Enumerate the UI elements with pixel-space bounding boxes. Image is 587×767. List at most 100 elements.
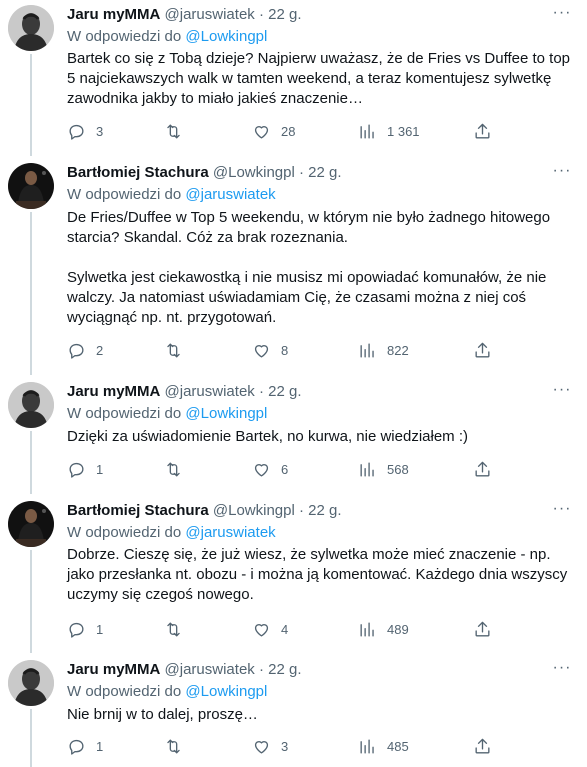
avatar-jaru-image (8, 382, 54, 428)
share-button[interactable] (473, 121, 492, 141)
retweet-icon (167, 342, 180, 358)
author-handle[interactable]: @jaruswiatek (165, 661, 255, 678)
author-name[interactable]: Bartłomiej Stachura (67, 164, 209, 181)
thread-line (30, 644, 32, 653)
views-icon (360, 342, 374, 358)
author-name[interactable]: Bartłomiej Stachura (67, 502, 209, 519)
like-button[interactable]: 3 (252, 736, 288, 756)
tweet[interactable]: Bartłomiej Stachura @Lowkingpl · 22 g. ·… (0, 146, 587, 369)
views-button[interactable]: 822 (358, 340, 409, 360)
author-name[interactable]: Jaru myMMA (67, 661, 160, 678)
timestamp[interactable]: 22 g. (268, 6, 301, 23)
reply-prefix: W odpowiedzi do (67, 405, 182, 422)
share-button[interactable] (473, 459, 492, 479)
conversation-thread: Jaru myMMA @jaruswiatek · 22 g. ··· W od… (0, 0, 587, 767)
views-button[interactable]: 489 (358, 619, 409, 639)
tweet[interactable]: Jaru myMMA @jaruswiatek · 22 g. ··· W od… (0, 0, 587, 146)
views-icon (360, 461, 374, 477)
reply-context: W odpowiedzi do @jaruswiatek (67, 186, 276, 204)
retweet-icon (167, 621, 180, 637)
tweet-header: Jaru myMMA @jaruswiatek · 22 g. (67, 383, 302, 401)
tweet[interactable]: Jaru myMMA @jaruswiatek · 22 g. ··· W od… (0, 369, 587, 484)
author-handle[interactable]: @jaruswiatek (165, 383, 255, 400)
reply-count: 1 (96, 621, 104, 637)
author-name[interactable]: Jaru myMMA (67, 383, 160, 400)
tweet-text: Dzięki za uświadomienie Bartek, no kurwa… (67, 427, 572, 447)
views-count: 568 (387, 461, 409, 477)
tweet-paragraph: Bartek co się z Tobą dzieje? Najpierw uw… (67, 50, 571, 107)
author-handle[interactable]: @Lowkingpl (213, 502, 295, 519)
timestamp[interactable]: 22 g. (308, 164, 341, 181)
thread-line (30, 431, 32, 484)
reply-button[interactable]: 1 (67, 619, 103, 639)
author-handle[interactable]: @Lowkingpl (213, 164, 295, 181)
retweet-button[interactable] (164, 619, 193, 639)
tweet-text: Bartek co się z Tobą dzieje? Najpierw uw… (67, 49, 572, 109)
reply-icon (69, 124, 84, 140)
separator-dot: · (299, 164, 304, 181)
share-button[interactable] (473, 736, 492, 756)
reply-context: W odpowiedzi do @jaruswiatek (67, 524, 276, 542)
more-icon[interactable]: ··· (551, 659, 573, 677)
reply-button[interactable]: 2 (67, 340, 103, 360)
like-button[interactable]: 6 (252, 459, 288, 479)
author-handle[interactable]: @jaruswiatek (165, 6, 255, 23)
separator-dot: · (258, 383, 264, 400)
views-count: 485 (387, 738, 409, 754)
share-icon (475, 123, 490, 139)
thread-line (30, 550, 32, 644)
retweet-button[interactable] (164, 121, 193, 141)
tweet[interactable]: Bartłomiej Stachura @Lowkingpl · 22 g. ·… (0, 484, 587, 644)
reply-prefix: W odpowiedzi do (67, 28, 182, 45)
retweet-button[interactable] (164, 459, 193, 479)
thread-line (30, 54, 32, 146)
like-button[interactable]: 4 (252, 619, 288, 639)
like-button[interactable]: 28 (252, 121, 295, 141)
reply-mention[interactable]: @Lowkingpl (185, 405, 267, 422)
more-icon[interactable]: ··· (551, 4, 573, 22)
avatar[interactable] (8, 163, 54, 209)
author-name[interactable]: Jaru myMMA (67, 6, 160, 23)
reply-prefix: W odpowiedzi do (67, 186, 182, 203)
share-icon (475, 342, 490, 358)
reply-button[interactable]: 1 (67, 459, 103, 479)
retweet-button[interactable] (164, 736, 193, 756)
share-button[interactable] (473, 340, 492, 360)
views-button[interactable]: 568 (358, 459, 409, 479)
more-icon[interactable]: ··· (551, 500, 573, 518)
reply-context: W odpowiedzi do @Lowkingpl (67, 683, 267, 701)
timestamp[interactable]: 22 g. (308, 502, 341, 519)
reply-button[interactable]: 1 (67, 736, 103, 756)
avatar-jaru-image (8, 660, 54, 706)
like-icon (254, 344, 269, 358)
tweet-paragraph: De Fries/Duffee w Top 5 weekendu, w któr… (67, 209, 551, 246)
views-button[interactable]: 485 (358, 736, 409, 756)
action-bar: 1 6 568 (67, 459, 497, 479)
like-icon (254, 463, 269, 477)
views-button[interactable]: 1 361 (358, 121, 420, 141)
reply-mention[interactable]: @jaruswiatek (185, 186, 275, 203)
reply-icon (69, 739, 84, 755)
avatar[interactable] (8, 5, 54, 51)
avatar[interactable] (8, 660, 54, 706)
separator-dot: · (299, 502, 304, 519)
reply-icon (69, 622, 84, 638)
more-icon[interactable]: ··· (551, 381, 573, 399)
avatar[interactable] (8, 382, 54, 428)
reply-button[interactable]: 3 (67, 121, 103, 141)
reply-mention[interactable]: @Lowkingpl (185, 683, 267, 700)
views-icon (360, 123, 374, 139)
timestamp[interactable]: 22 g. (268, 383, 301, 400)
reply-mention[interactable]: @jaruswiatek (185, 524, 275, 541)
timestamp[interactable]: 22 g. (268, 661, 301, 678)
share-button[interactable] (473, 619, 492, 639)
tweet[interactable]: Jaru myMMA @jaruswiatek · 22 g. ··· W od… (0, 644, 587, 767)
tweet-paragraph: Nie brnij w to dalej, proszę… (67, 706, 258, 723)
retweet-button[interactable] (164, 340, 193, 360)
more-icon[interactable]: ··· (551, 162, 573, 180)
reply-mention[interactable]: @Lowkingpl (185, 28, 267, 45)
like-button[interactable]: 8 (252, 340, 288, 360)
avatar[interactable] (8, 501, 54, 547)
reply-prefix: W odpowiedzi do (67, 683, 182, 700)
retweet-icon (167, 738, 180, 754)
